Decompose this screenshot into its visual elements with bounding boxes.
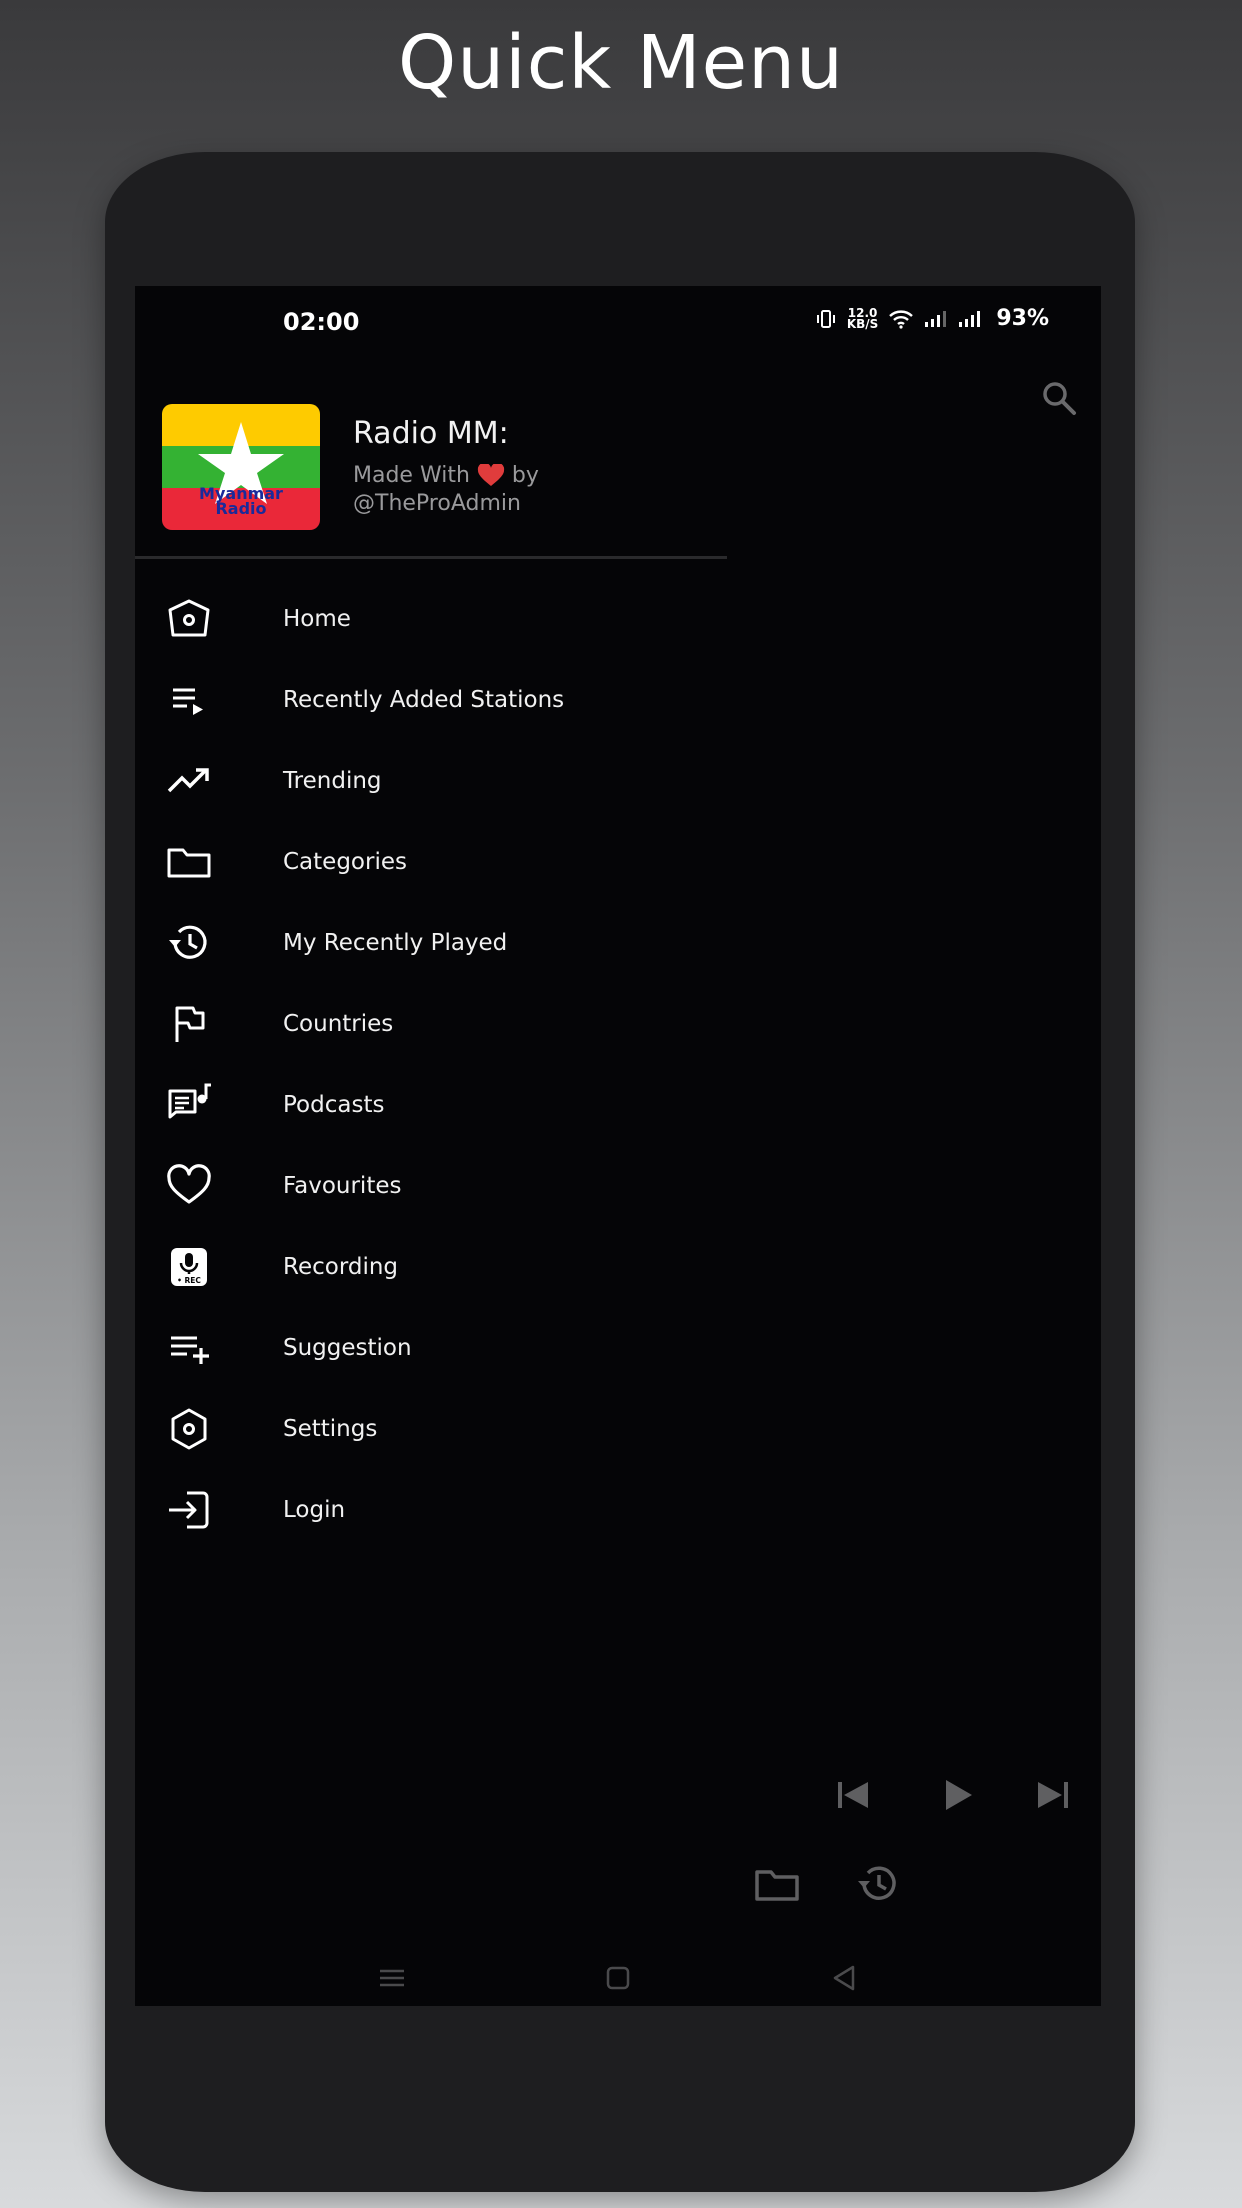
menu-item-label: My Recently Played xyxy=(283,929,508,956)
banner-title: Quick Menu xyxy=(398,20,844,106)
flag-icon xyxy=(163,998,215,1050)
trending-up-icon xyxy=(163,755,215,807)
podcast-icon xyxy=(163,1079,215,1131)
recents-button[interactable] xyxy=(372,1958,412,1998)
menu-item-recently-played[interactable]: My Recently Played xyxy=(135,902,727,983)
home-nav-button[interactable] xyxy=(598,1958,638,1998)
menu-item-label: Login xyxy=(283,1496,346,1523)
menu-item-label: Countries xyxy=(283,1010,394,1037)
playlist-add-icon xyxy=(163,1322,215,1374)
made-with-text: Made With xyxy=(353,463,470,488)
skip-next-icon xyxy=(1028,1770,1078,1820)
menu-item-recently-added[interactable]: Recently Added Stations xyxy=(135,659,727,740)
heart-icon xyxy=(163,1160,215,1212)
author-handle: @TheProAdmin xyxy=(353,491,521,516)
recents-icon xyxy=(372,1958,412,1998)
app-credit: Made With by @TheProAdmin xyxy=(353,462,539,518)
system-nav-bar xyxy=(135,1946,1101,2006)
battery-level: 93% xyxy=(996,306,1049,331)
heart-emoji-icon xyxy=(477,464,505,488)
folder-icon xyxy=(752,1859,802,1909)
folder-icon xyxy=(163,836,215,888)
play-button[interactable] xyxy=(932,1770,982,1820)
menu-item-favourites[interactable]: Favourites xyxy=(135,1145,727,1226)
history-icon xyxy=(163,917,215,969)
menu-item-label: Suggestion xyxy=(283,1334,412,1361)
menu-item-login[interactable]: Login xyxy=(135,1469,727,1550)
settings-icon xyxy=(163,1403,215,1455)
svg-text:• REC: • REC xyxy=(177,1276,201,1285)
menu-item-recording[interactable]: • REC Recording xyxy=(135,1226,727,1307)
menu-item-label: Settings xyxy=(283,1415,378,1442)
menu-item-trending[interactable]: Trending xyxy=(135,740,727,821)
skip-previous-icon xyxy=(828,1770,878,1820)
drawer-header: Myanmar Radio Radio MM: Made With by @Th… xyxy=(135,356,727,559)
play-icon xyxy=(932,1770,982,1820)
signal-icon-1 xyxy=(924,310,948,328)
signal-icon-2 xyxy=(958,310,986,328)
status-bar: 02:00 12.0 KB/S 93% xyxy=(135,286,1101,356)
home-icon xyxy=(163,593,215,645)
menu-item-label: Recording xyxy=(283,1253,399,1280)
menu-item-countries[interactable]: Countries xyxy=(135,983,727,1064)
wifi-icon xyxy=(888,309,914,329)
menu-item-suggestion[interactable]: Suggestion xyxy=(135,1307,727,1388)
history-icon xyxy=(853,1859,903,1909)
menu-item-label: Recently Added Stations xyxy=(283,686,565,713)
previous-button[interactable] xyxy=(828,1770,878,1820)
menu-item-label: Favourites xyxy=(283,1172,402,1199)
back-button[interactable] xyxy=(825,1958,865,1998)
next-button[interactable] xyxy=(1028,1770,1078,1820)
menu-item-podcasts[interactable]: Podcasts xyxy=(135,1064,727,1145)
navigation-drawer: Myanmar Radio Radio MM: Made With by @Th… xyxy=(135,356,727,2006)
player-folder-button[interactable] xyxy=(752,1859,802,1909)
menu-item-settings[interactable]: Settings xyxy=(135,1388,727,1469)
menu-item-label: Home xyxy=(283,605,351,632)
net-speed-unit: KB/S xyxy=(846,316,879,331)
record-icon: • REC xyxy=(163,1241,215,1293)
status-time: 02:00 xyxy=(283,308,360,336)
menu-item-categories[interactable]: Categories xyxy=(135,821,727,902)
login-icon xyxy=(163,1484,215,1536)
status-icons: 12.0 KB/S 93% xyxy=(815,306,1049,331)
back-triangle-icon xyxy=(825,1958,865,1998)
menu-item-home[interactable]: Home xyxy=(135,578,727,659)
home-square-icon xyxy=(598,1958,638,1998)
search-icon xyxy=(1039,378,1079,418)
drawer-menu: Home Recently Added Stations Trending Ca… xyxy=(135,578,727,1550)
playlist-play-icon xyxy=(163,674,215,726)
app-name: Radio MM: xyxy=(353,416,509,451)
net-speed: 12.0 KB/S xyxy=(846,307,879,331)
menu-item-label: Categories xyxy=(283,848,407,875)
vibrate-icon xyxy=(815,308,837,330)
by-text: by xyxy=(511,463,539,488)
menu-item-label: Trending xyxy=(283,767,382,794)
menu-item-label: Podcasts xyxy=(283,1091,385,1118)
logo-text-line2: Radio xyxy=(215,499,267,518)
search-button[interactable] xyxy=(1039,378,1079,418)
phone-screen: 02:00 12.0 KB/S 93% Myanmar Radio Radio … xyxy=(135,286,1101,2006)
app-logo: Myanmar Radio xyxy=(162,404,320,530)
player-history-button[interactable] xyxy=(853,1859,903,1909)
